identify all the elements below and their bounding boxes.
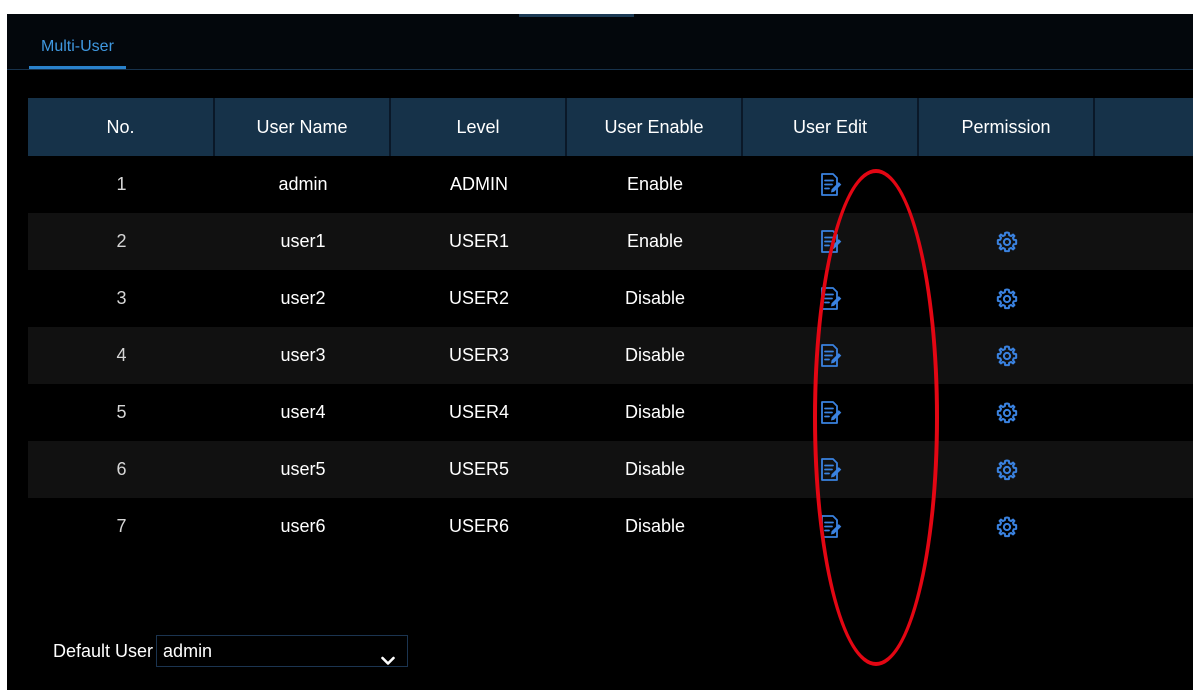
cell-permission [919,327,1095,384]
cell-user-edit [743,384,919,441]
cell-extra [1095,384,1193,441]
column-header-level: Level [391,98,567,156]
table-header: No. User Name Level User Enable User Edi… [28,98,1193,156]
cell-permission [919,156,1095,213]
default-user-label: Default User [53,640,154,661]
table-row: 2 user1 USER1 Enable [28,213,1193,270]
default-user-value: admin [163,641,213,661]
edit-icon[interactable] [820,514,842,539]
cell-level: USER3 [448,345,510,365]
cell-user-edit [743,441,919,498]
column-header-permission: Permission [919,98,1095,156]
cell-user-enable: Disable [624,345,686,365]
column-header-user-enable: User Enable [567,98,743,156]
tab-multi-user[interactable]: Multi-User [29,36,126,69]
table-row: 4 user3 USER3 Disable [28,327,1193,384]
cell-permission [919,270,1095,327]
cell-user-name: user1 [280,231,326,251]
cell-user-name: user6 [280,516,326,536]
table-row: 7 user6 USER6 Disable [28,498,1193,555]
cell-level: ADMIN [450,174,508,194]
table-row: 3 user2 USER2 Disable [28,270,1193,327]
cell-user-edit [743,498,919,555]
cell-extra [1095,327,1193,384]
cell-user-name: user3 [280,345,326,365]
cell-no: 7 [116,516,127,536]
cell-no: 5 [116,402,127,422]
cell-level: USER6 [448,516,510,536]
top-accent-bar [519,14,634,17]
gear-icon[interactable] [996,458,1018,481]
chevron-down-icon [381,645,395,675]
cell-user-edit [743,213,919,270]
cell-extra [1095,213,1193,270]
cell-user-name: user4 [280,402,326,422]
cell-user-enable: Disable [624,459,686,479]
column-header-extra [1095,98,1193,156]
cell-extra [1095,270,1193,327]
cell-user-name: user5 [280,459,326,479]
table-row: 1 admin ADMIN Enable [28,156,1193,213]
cell-extra [1095,441,1193,498]
cell-user-enable: Enable [626,174,684,194]
cell-user-edit [743,156,919,213]
cell-user-name: user2 [280,288,326,308]
cell-no: 4 [116,345,127,365]
gear-icon[interactable] [996,344,1018,367]
cell-user-enable: Disable [624,288,686,308]
cell-user-enable: Disable [624,402,686,422]
column-header-user-name: User Name [215,98,391,156]
cell-level: USER5 [448,459,510,479]
table-row: 6 user5 USER5 Disable [28,441,1193,498]
cell-no: 2 [116,231,127,251]
table-body: 1 admin ADMIN Enable 2 user1 USER1 Enable 3 user2… [28,156,1193,555]
cell-no: 1 [116,174,127,194]
cell-user-enable: Enable [626,231,684,251]
column-header-user-edit: User Edit [743,98,919,156]
cell-permission [919,498,1095,555]
edit-icon[interactable] [820,229,842,254]
edit-icon[interactable] [820,343,842,368]
gear-icon[interactable] [996,230,1018,253]
gear-icon[interactable] [996,287,1018,310]
cell-user-edit [743,327,919,384]
edit-icon[interactable] [820,457,842,482]
cell-permission [919,213,1095,270]
cell-extra [1095,156,1193,213]
default-user-setting: Default User admin [53,635,409,667]
cell-level: USER2 [448,288,510,308]
cell-user-name: admin [278,174,328,194]
default-user-select[interactable]: admin [156,635,409,667]
column-header-no: No. [28,98,215,156]
cell-permission [919,441,1095,498]
cell-user-edit [743,270,919,327]
cell-no: 3 [116,288,127,308]
cell-level: USER4 [448,402,510,422]
table-row: 5 user4 USER4 Disable [28,384,1193,441]
user-table: No. User Name Level User Enable User Edi… [28,98,1193,555]
edit-icon[interactable] [820,286,842,311]
edit-icon[interactable] [820,172,842,197]
cell-no: 6 [116,459,127,479]
tab-bar: Multi-User [7,14,1193,70]
cell-level: USER1 [448,231,510,251]
edit-icon[interactable] [820,400,842,425]
multi-user-screen: Multi-User No. User Name Level User Enab… [7,14,1193,690]
cell-user-enable: Disable [624,516,686,536]
gear-icon[interactable] [996,401,1018,424]
gear-icon[interactable] [996,515,1018,538]
cell-permission [919,384,1095,441]
cell-extra [1095,498,1193,555]
